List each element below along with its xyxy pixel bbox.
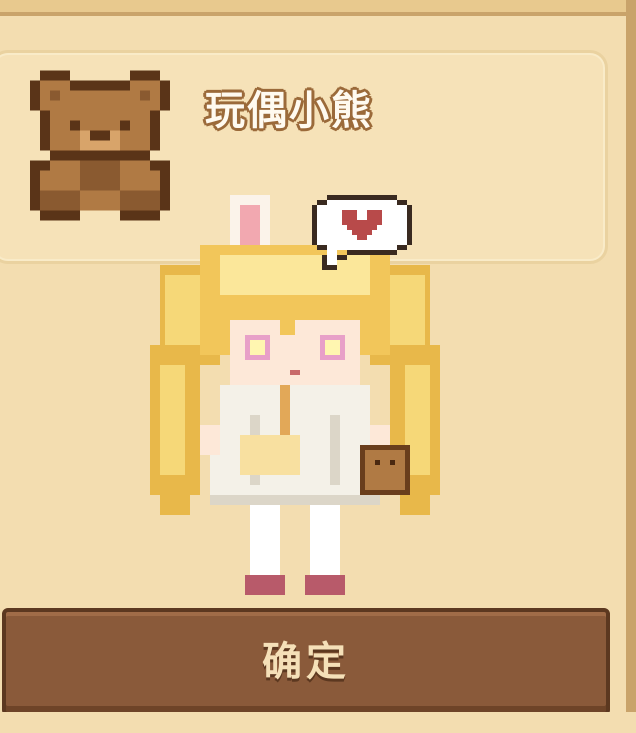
panel-bottom (0, 712, 636, 733)
item-name: 玩偶小熊 (205, 88, 373, 134)
confirm-button[interactable]: 确定 (2, 608, 610, 716)
heart-speech-bubble-icon (312, 195, 412, 270)
panel-top-border (0, 0, 636, 16)
panel-right-border (626, 0, 636, 733)
dialog-panel: 玩偶小熊 确定 (0, 0, 636, 733)
confirm-button-label: 确定 (262, 639, 350, 685)
